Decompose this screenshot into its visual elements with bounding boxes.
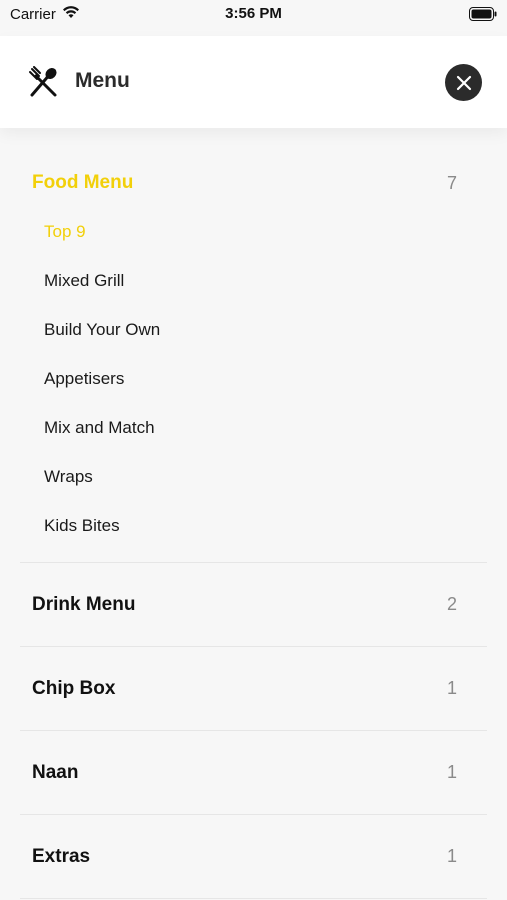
category-count: 2 bbox=[446, 594, 457, 614]
close-button[interactable] bbox=[445, 64, 482, 101]
subitem-appetisers[interactable]: Appetisers bbox=[20, 354, 487, 403]
divider bbox=[20, 898, 487, 899]
utensils-icon bbox=[28, 66, 60, 98]
category-block: Drink Menu 2 bbox=[20, 563, 487, 646]
subitem-top-9[interactable]: Top 9 bbox=[20, 207, 487, 256]
category-block: Extras 1 bbox=[20, 815, 487, 898]
category-extras[interactable]: Extras 1 bbox=[20, 833, 487, 881]
food-menu-subitems: Top 9 Mixed Grill Build Your Own Appetis… bbox=[20, 207, 487, 550]
category-count: 7 bbox=[446, 172, 457, 193]
status-time: 3:56 PM bbox=[225, 5, 282, 22]
status-bar: Carrier 3:56 PM bbox=[0, 0, 507, 30]
category-block: Naan 1 bbox=[20, 731, 487, 814]
subitem-kids-bites[interactable]: Kids Bites bbox=[20, 501, 487, 550]
category-list: Food Menu 7 Top 9 Mixed Grill Build Your… bbox=[20, 135, 487, 899]
category-naan[interactable]: Naan 1 bbox=[20, 749, 487, 797]
category-label: Drink Menu bbox=[32, 593, 136, 615]
subitem-wraps[interactable]: Wraps bbox=[20, 452, 487, 501]
subitem-mix-and-match[interactable]: Mix and Match bbox=[20, 403, 487, 452]
category-label: Extras bbox=[32, 845, 91, 867]
category-drink-menu[interactable]: Drink Menu 2 bbox=[20, 581, 487, 629]
category-label: Food Menu bbox=[32, 172, 134, 193]
category-count: 1 bbox=[446, 762, 457, 782]
subitem-mixed-grill[interactable]: Mixed Grill bbox=[20, 256, 487, 305]
category-count: 1 bbox=[446, 846, 457, 866]
page-title: Menu bbox=[75, 69, 130, 92]
category-chip-box[interactable]: Chip Box 1 bbox=[20, 665, 487, 713]
close-icon bbox=[456, 75, 471, 90]
battery-icon bbox=[469, 7, 497, 26]
category-label: Naan bbox=[32, 761, 79, 783]
category-block: Chip Box 1 bbox=[20, 647, 487, 730]
subitem-build-your-own[interactable]: Build Your Own bbox=[20, 305, 487, 354]
menu-header: Menu bbox=[0, 36, 507, 128]
category-count: 1 bbox=[446, 678, 457, 698]
category-label: Chip Box bbox=[32, 677, 116, 699]
category-food-menu[interactable]: Food Menu 7 bbox=[20, 159, 487, 207]
